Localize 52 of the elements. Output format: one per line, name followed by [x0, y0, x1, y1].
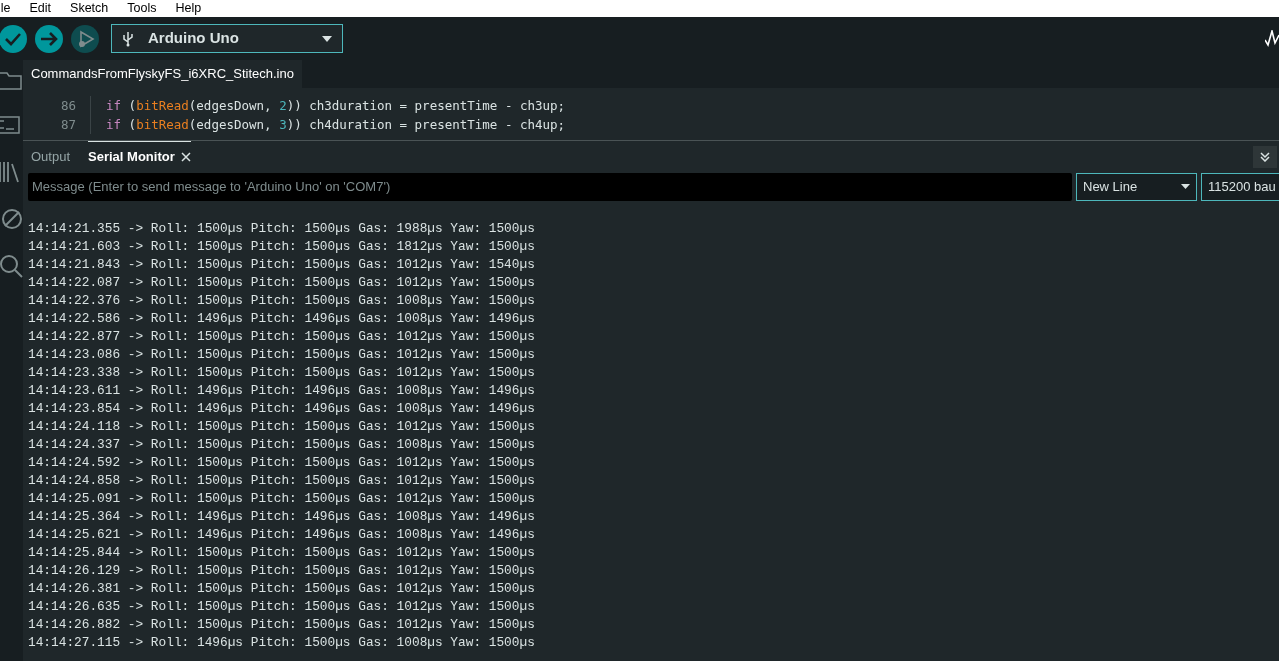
serial-output-line: 14:14:26.635 -> Roll: 1500µs Pitch: 1500µs Gas: 1012µs Yaw: 1500µs [28, 598, 536, 616]
editor-tab[interactable]: CommandsFromFlyskyFS_i6XRC_Stitech.ino [23, 60, 302, 88]
serial-plotter-icon[interactable] [1265, 30, 1279, 48]
serial-output-line: 14:14:25.364 -> Roll: 1496µs Pitch: 1496µs Gas: 1008µs Yaw: 1496µs [28, 508, 536, 526]
line-number: 86 [23, 96, 91, 115]
baud-rate-dropdown[interactable]: 115200 bau [1201, 172, 1279, 201]
caret-icon [322, 35, 332, 42]
serial-output-line: 14:14:22.087 -> Roll: 1500µs Pitch: 1500µs Gas: 1012µs Yaw: 1500µs [28, 274, 536, 292]
board-icon[interactable] [0, 114, 22, 136]
double-chevron-icon [1260, 152, 1270, 162]
serial-output-line: 14:14:21.355 -> Roll: 1500µs Pitch: 1500µs Gas: 1988µs Yaw: 1500µs [28, 220, 536, 238]
serial-output-line: 14:14:21.843 -> Roll: 1500µs Pitch: 1500µs Gas: 1012µs Yaw: 1540µs [28, 256, 536, 274]
serial-output-line: 14:14:25.621 -> Roll: 1496µs Pitch: 1496µs Gas: 1008µs Yaw: 1496µs [28, 526, 536, 544]
serial-output-line: 14:14:26.882 -> Roll: 1500µs Pitch: 1500µs Gas: 1012µs Yaw: 1500µs [28, 616, 536, 634]
caret-icon [1181, 184, 1190, 189]
debug-off-icon[interactable] [1, 208, 23, 230]
code-line: if (bitRead(edgesDown, 2)) ch3duration = presentTime - ch3up; [105, 97, 566, 115]
serial-output-line: 14:14:27.115 -> Roll: 1496µs Pitch: 1500µs Gas: 1008µs Yaw: 1500µs [28, 634, 536, 652]
scroll-to-bottom-button[interactable] [1253, 146, 1277, 168]
serial-output-line: 14:14:24.592 -> Roll: 1500µs Pitch: 1500µs Gas: 1012µs Yaw: 1500µs [28, 454, 536, 472]
verify-button[interactable] [0, 24, 27, 53]
message-field[interactable]: Message (Enter to send message to 'Arduino Uno' on 'COM7') [28, 172, 1072, 201]
line-ending-dropdown[interactable]: New Line [1076, 172, 1197, 201]
serial-output-line: 14:14:23.854 -> Roll: 1496µs Pitch: 1496µs Gas: 1008µs Yaw: 1496µs [28, 400, 536, 418]
serial-output-line: 14:14:23.086 -> Roll: 1500µs Pitch: 1500µs Gas: 1012µs Yaw: 1500µs [28, 346, 536, 364]
upload-button[interactable] [35, 24, 63, 53]
board-selector[interactable]: Arduino Uno [111, 24, 343, 53]
menu-item[interactable]: Help [175, 0, 202, 18]
menu-item[interactable]: Tools [127, 0, 157, 18]
line-number: 87 [23, 115, 91, 134]
serial-output-line: 14:14:24.118 -> Roll: 1500µs Pitch: 1500µs Gas: 1012µs Yaw: 1500µs [28, 418, 536, 436]
serial-output-line: 14:14:21.603 -> Roll: 1500µs Pitch: 1500µs Gas: 1812µs Yaw: 1500µs [28, 238, 536, 256]
usb-icon [122, 30, 134, 47]
menu-item[interactable]: Sketch [70, 0, 109, 18]
serial-output-line: 14:14:22.376 -> Roll: 1500µs Pitch: 1500µs Gas: 1008µs Yaw: 1500µs [28, 292, 536, 310]
serial-output-line: 14:14:22.877 -> Roll: 1500µs Pitch: 1500µs Gas: 1012µs Yaw: 1500µs [28, 328, 536, 346]
serial-output-line: 14:14:25.091 -> Roll: 1500µs Pitch: 1500µs Gas: 1012µs Yaw: 1500µs [28, 490, 536, 508]
library-icon[interactable] [0, 160, 22, 184]
serial-output-line: 14:14:24.337 -> Roll: 1500µs Pitch: 1500µs Gas: 1008µs Yaw: 1500µs [28, 436, 536, 454]
serial-output-line: 14:14:25.844 -> Roll: 1500µs Pitch: 1500µs Gas: 1012µs Yaw: 1500µs [28, 544, 536, 562]
folder-icon[interactable] [0, 70, 22, 90]
search-icon[interactable] [0, 254, 23, 278]
serial-output-line: 14:14:26.381 -> Roll: 1500µs Pitch: 1500µs Gas: 1012µs Yaw: 1500µs [28, 580, 536, 598]
serial-output-line: 14:14:23.338 -> Roll: 1500µs Pitch: 1500µs Gas: 1012µs Yaw: 1500µs [28, 364, 536, 382]
code-line: if (bitRead(edgesDown, 3)) ch4duration = presentTime - ch4up; [105, 116, 566, 134]
serial-output-line: 14:14:23.611 -> Roll: 1496µs Pitch: 1496µs Gas: 1008µs Yaw: 1496µs [28, 382, 536, 400]
close-icon[interactable] [180, 152, 191, 162]
serial-output-line: 14:14:22.586 -> Roll: 1496µs Pitch: 1496µs Gas: 1008µs Yaw: 1496µs [28, 310, 536, 328]
panel-tab[interactable]: Output [31, 141, 71, 172]
serial-output-line: 14:14:24.858 -> Roll: 1500µs Pitch: 1500µs Gas: 1012µs Yaw: 1500µs [28, 472, 536, 490]
serial-output-line: 14:14:26.129 -> Roll: 1500µs Pitch: 1500µs Gas: 1012µs Yaw: 1500µs [28, 562, 536, 580]
menu-item[interactable]: Edit [29, 0, 52, 18]
